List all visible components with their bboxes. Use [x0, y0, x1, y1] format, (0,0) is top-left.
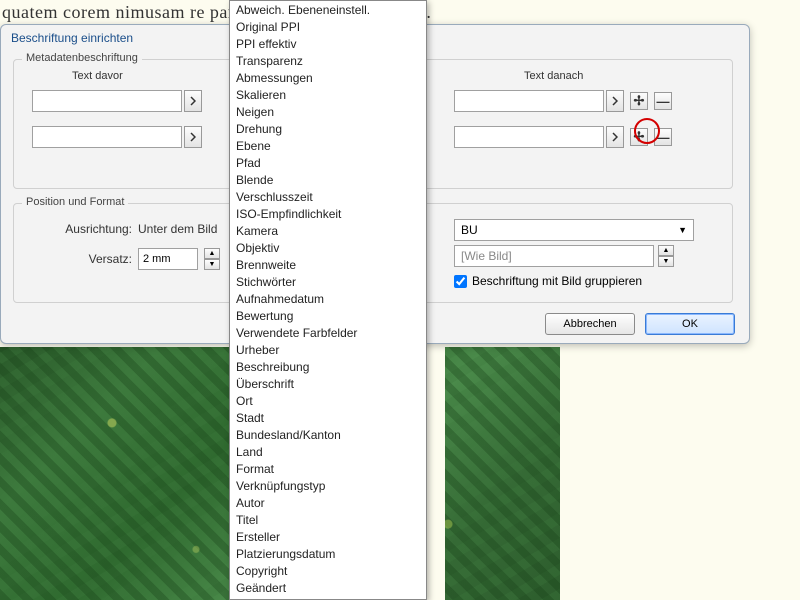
dropdown-item[interactable]: Ersteller [230, 528, 426, 545]
layer-select[interactable]: [Wie Bild] [454, 245, 654, 267]
offset-step-down[interactable]: ▼ [204, 259, 220, 270]
layer-stepper[interactable]: ▲ ▼ [658, 245, 674, 267]
dropdown-item[interactable]: Kamera [230, 222, 426, 239]
dropdown-item[interactable]: Abweich. Ebeneneinstell. [230, 1, 426, 18]
dropdown-item[interactable]: Beschreibung [230, 358, 426, 375]
dropdown-item[interactable]: Verschlusszeit [230, 188, 426, 205]
group-with-image-checkbox[interactable] [454, 275, 467, 288]
dropdown-item[interactable]: Überschrift [230, 375, 426, 392]
dropdown-item[interactable]: Stichwörter [230, 273, 426, 290]
dropdown-item[interactable]: Abmessungen [230, 69, 426, 86]
dropdown-item[interactable]: Autor [230, 494, 426, 511]
layer-step-up[interactable]: ▲ [658, 245, 674, 256]
text-after-menu-2[interactable] [606, 126, 624, 148]
group-with-image-label: Beschriftung mit Bild gruppieren [472, 274, 642, 288]
offset-stepper[interactable]: ▲ ▼ [204, 248, 220, 270]
text-after-label: Text danach [524, 70, 583, 82]
dropdown-item[interactable]: Format [230, 460, 426, 477]
dropdown-item[interactable]: Land [230, 443, 426, 460]
add-row-button-2[interactable]: ✢ [630, 128, 648, 146]
offset-label: Versatz: [32, 252, 132, 266]
dropdown-item[interactable]: Ort [230, 392, 426, 409]
offset-input[interactable] [138, 248, 198, 270]
paragraph-style-value: BU [461, 223, 478, 237]
dropdown-item[interactable]: Neigen [230, 103, 426, 120]
dropdown-item[interactable]: Skalieren [230, 86, 426, 103]
dropdown-item[interactable]: PPI effektiv [230, 35, 426, 52]
dropdown-item[interactable]: Objektiv [230, 239, 426, 256]
dropdown-item[interactable]: Bewertung [230, 307, 426, 324]
text-before-menu-2[interactable] [184, 126, 202, 148]
dropdown-item[interactable]: Copyright [230, 562, 426, 579]
text-before-input-2[interactable] [32, 126, 182, 148]
dropdown-item[interactable]: Titel [230, 511, 426, 528]
metadata-group-label: Metadatenbeschriftung [22, 52, 142, 64]
dropdown-item[interactable]: Brennweite [230, 256, 426, 273]
remove-row-button-2[interactable]: — [654, 128, 672, 146]
dropdown-item[interactable]: Urheber [230, 341, 426, 358]
alignment-label: Ausrichtung: [32, 222, 132, 236]
text-before-menu-1[interactable] [184, 90, 202, 112]
dropdown-item[interactable]: Ebene [230, 137, 426, 154]
dropdown-item[interactable]: Platzierungsdatum [230, 545, 426, 562]
text-after-input-2[interactable] [454, 126, 604, 148]
dropdown-item[interactable]: Pfad [230, 154, 426, 171]
add-row-button-1[interactable]: ✢ [630, 92, 648, 110]
ok-button[interactable]: OK [645, 313, 735, 335]
text-before-input-1[interactable] [32, 90, 182, 112]
dropdown-item[interactable]: Stadt [230, 409, 426, 426]
text-before-label: Text davor [72, 70, 123, 82]
image-gap [425, 347, 445, 600]
dropdown-item[interactable]: Geändert [230, 579, 426, 596]
dropdown-item[interactable]: ISO-Empfindlichkeit [230, 205, 426, 222]
dropdown-item[interactable]: Aufnahmedatum [230, 290, 426, 307]
dropdown-item[interactable]: Verknüpfungstyp [230, 477, 426, 494]
layer-step-down[interactable]: ▼ [658, 256, 674, 267]
text-after-menu-1[interactable] [606, 90, 624, 112]
metadata-field-dropdown[interactable]: Abweich. Ebeneneinstell.Original PPIPPI … [229, 0, 427, 600]
chevron-down-icon: ▼ [678, 225, 687, 235]
dropdown-item[interactable]: Original PPI [230, 18, 426, 35]
alignment-value: Unter dem Bild [138, 222, 217, 236]
remove-row-button-1[interactable]: — [654, 92, 672, 110]
dropdown-item[interactable]: Blende [230, 171, 426, 188]
paragraph-style-select[interactable]: BU ▼ [454, 219, 694, 241]
layer-value: [Wie Bild] [461, 249, 512, 263]
dropdown-item[interactable]: Verwendete Farbfelder [230, 324, 426, 341]
cancel-button[interactable]: Abbrechen [545, 313, 635, 335]
position-group-label: Position und Format [22, 196, 128, 208]
offset-step-up[interactable]: ▲ [204, 248, 220, 259]
dropdown-item[interactable]: Transparenz [230, 52, 426, 69]
dropdown-item[interactable]: Bundesland/Kanton [230, 426, 426, 443]
dropdown-item[interactable]: Drehung [230, 120, 426, 137]
text-after-input-1[interactable] [454, 90, 604, 112]
dropdown-item[interactable]: Anzahl Unterverknüpfungen [230, 596, 426, 600]
